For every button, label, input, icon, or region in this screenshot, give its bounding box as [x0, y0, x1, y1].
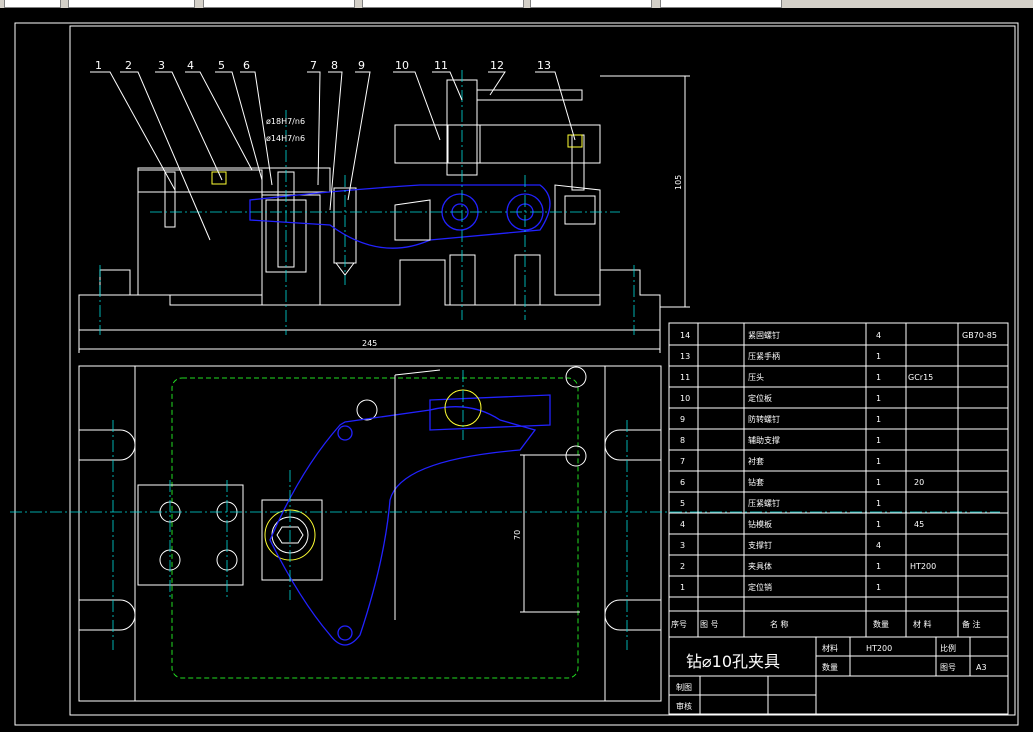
part-label: 5 — [218, 59, 225, 72]
part-leaders — [90, 71, 576, 241]
bom-no: 14 — [680, 331, 690, 340]
front-section-view — [78, 70, 661, 335]
bom-name: 辅助支撑 — [748, 435, 780, 445]
bom-qty: 1 — [876, 436, 881, 445]
toolbar-tab[interactable] — [4, 0, 61, 8]
bom-name: 压头 — [748, 372, 764, 382]
bom-name: 衬套 — [748, 456, 764, 466]
bom-header-note: 备 注 — [962, 619, 981, 629]
material-label: 材料 — [822, 643, 838, 653]
bom-no: 13 — [680, 352, 690, 361]
bom-name: 钻模板 — [748, 519, 772, 529]
drawing-title: 钻⌀10孔夹具 — [686, 652, 780, 671]
part-label: 7 — [310, 59, 317, 72]
bom-qty: 1 — [876, 415, 881, 424]
dimension-value: 70 — [513, 530, 522, 540]
bom-material: 20 — [914, 478, 924, 487]
part-label: 2 — [125, 59, 132, 72]
bom-header-code: 图 号 — [700, 620, 719, 629]
part-label: 9 — [358, 59, 365, 72]
bom-qty: 1 — [876, 478, 881, 487]
part-label: 4 — [187, 59, 194, 72]
bom-material: HT200 — [910, 562, 936, 571]
part-label: 6 — [243, 59, 250, 72]
toolbar-tab[interactable] — [362, 0, 524, 8]
checked-label: 审核 — [676, 701, 692, 711]
bom-header-name: 名 称 — [770, 619, 789, 629]
bom-name: 夹具体 — [748, 561, 772, 571]
bom-qty: 1 — [876, 520, 881, 529]
bom-rows: 14 紧固螺钉 4 GB70-85 13 压紧手柄 1 11 压头 1 GCr1… — [680, 330, 997, 592]
part-label: 12 — [490, 59, 504, 72]
dimension-offset: 70 — [513, 454, 580, 613]
bom-no: 8 — [680, 436, 685, 445]
bom-material: GCr15 — [908, 373, 933, 382]
qty-label: 数量 — [822, 662, 838, 672]
bom-name: 紧固螺钉 — [748, 330, 780, 340]
toolbar-tab[interactable] — [203, 0, 355, 8]
toolbar-tab[interactable] — [660, 0, 782, 8]
toolbar-tab[interactable] — [530, 0, 652, 8]
bom-material: 45 — [914, 520, 924, 529]
bom-qty: 1 — [876, 373, 881, 382]
bom-no: 10 — [680, 394, 690, 403]
fit-annotation: ø18H7/n6 — [266, 117, 305, 126]
bom-qty: 1 — [876, 352, 881, 361]
bom-qty: 1 — [876, 499, 881, 508]
bom-name: 支撑钉 — [748, 540, 772, 550]
bom-name: 定位销 — [748, 582, 772, 592]
bom-no: 7 — [680, 457, 685, 466]
material-value: HT200 — [866, 644, 892, 653]
drawn-label: 制图 — [676, 682, 692, 692]
dimension-value: 245 — [362, 339, 377, 348]
bom-qty: 4 — [876, 331, 881, 340]
dimension-value: 105 — [674, 175, 683, 190]
toolbar-tab[interactable] — [68, 0, 195, 8]
sheet-size: A3 — [976, 663, 987, 672]
part-label: 8 — [331, 59, 338, 72]
part-label: 3 — [158, 59, 165, 72]
toolbar-strip — [0, 0, 1033, 8]
bom-header: 序号 图 号 名 称 数量 材 料 备 注 — [671, 619, 981, 629]
bom-no: 9 — [680, 415, 685, 424]
bom-qty: 1 — [876, 562, 881, 571]
title-block: 钻⌀10孔夹具 材料 HT200 比例 数量 图号 A3 制图 审核 — [668, 636, 1009, 715]
bom-name: 防转螺钉 — [748, 414, 780, 424]
part-label: 11 — [434, 59, 448, 72]
bom-no: 2 — [680, 562, 685, 571]
bom-name: 压紧手柄 — [748, 351, 780, 361]
bom-qty: 1 — [876, 394, 881, 403]
bom-note: GB70-85 — [962, 331, 997, 340]
bom-no: 6 — [680, 478, 685, 487]
bom-no: 3 — [680, 541, 685, 550]
part-label: 1 — [95, 59, 102, 72]
dimension-width: 245 — [78, 330, 661, 353]
part-label: 10 — [395, 59, 409, 72]
part-label: 13 — [537, 59, 551, 72]
outer-border — [14, 22, 1019, 726]
bom-qty: 4 — [876, 541, 881, 550]
bom-header-qty: 数量 — [873, 619, 889, 629]
bom-no: 4 — [680, 520, 685, 529]
bom-no: 1 — [680, 583, 685, 592]
bom-no: 11 — [680, 373, 690, 382]
scale-label: 比例 — [940, 643, 956, 653]
drawing-no-label: 图号 — [940, 663, 956, 672]
fit-annotation: ø14H7/n6 — [266, 134, 305, 143]
bom-name: 钻套 — [748, 477, 764, 487]
bom-name: 压紧螺钉 — [748, 498, 780, 508]
bom-name: 定位板 — [748, 393, 772, 403]
bom-table — [668, 322, 1009, 638]
bom-header-no: 序号 — [671, 619, 687, 629]
drawing-canvas[interactable]: 1 2 3 4 5 6 7 8 9 10 11 12 13 ø18H7/n6 ø… — [0, 8, 1033, 732]
bom-qty: 1 — [876, 457, 881, 466]
dimension-height: 105 — [600, 75, 690, 308]
bom-header-material: 材 料 — [913, 619, 932, 629]
bom-qty: 1 — [876, 583, 881, 592]
part-labels: 1 2 3 4 5 6 7 8 9 10 11 12 13 — [95, 59, 551, 72]
bom-no: 5 — [680, 499, 685, 508]
